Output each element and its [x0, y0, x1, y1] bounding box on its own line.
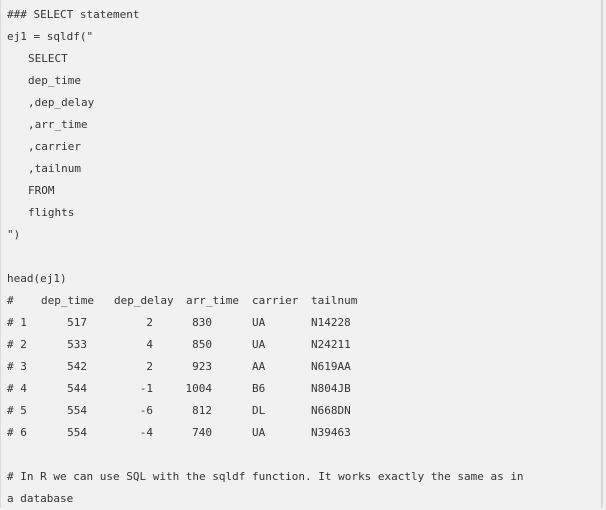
header-dep-time: dep_time	[41, 294, 94, 307]
cell-dep-delay: -4	[139, 426, 153, 439]
cell-carrier: UA	[252, 316, 266, 329]
head-call: head(ej1)	[7, 272, 67, 285]
cell-tailnum: N804JB	[311, 382, 351, 395]
cell-dep-time: 542	[67, 360, 87, 373]
header-carrier: carrier	[252, 294, 299, 307]
cell-dep-time: 517	[67, 316, 87, 329]
cell-tailnum: N668DN	[311, 404, 351, 417]
row-index: # 3	[7, 360, 27, 373]
header-arr-time: arr_time	[186, 294, 239, 307]
row-index: # 4	[7, 382, 27, 395]
cell-arr-time: 812	[192, 404, 212, 417]
comment-header: ### SELECT statement	[7, 8, 140, 21]
header-tailnum: tailnum	[311, 294, 358, 307]
header-row-prefix: #	[7, 294, 14, 307]
close-line: ")	[7, 228, 21, 241]
cell-carrier: DL	[252, 404, 266, 417]
cell-dep-delay: 2	[146, 360, 153, 373]
cell-dep-time: 554	[67, 404, 87, 417]
cell-carrier: UA	[252, 338, 266, 351]
cell-dep-delay: 2	[146, 316, 153, 329]
cell-tailnum: N24211	[311, 338, 351, 351]
cell-arr-time: 740	[192, 426, 212, 439]
cell-carrier: B6	[252, 382, 266, 395]
cell-arr-time: 850	[192, 338, 212, 351]
header-dep-delay: dep_delay	[114, 294, 174, 307]
assign-line: ej1 = sqldf("	[7, 30, 94, 43]
sql-line: ,tailnum	[28, 162, 81, 175]
row-index: # 1	[7, 316, 27, 329]
sql-line: ,carrier	[28, 140, 81, 153]
cell-tailnum: N39463	[311, 426, 351, 439]
sql-line: ,arr_time	[28, 118, 88, 131]
cell-arr-time: 830	[192, 316, 212, 329]
footer-comment-line1: # In R we can use SQL with the sqldf fun…	[7, 470, 524, 483]
cell-dep-delay: 4	[146, 338, 153, 351]
cell-dep-delay: -6	[139, 404, 153, 417]
row-index: # 5	[7, 404, 27, 417]
cell-dep-time: 554	[67, 426, 87, 439]
sql-line: flights	[28, 206, 75, 219]
sql-line: dep_time	[28, 74, 81, 87]
footer-comment-line2: a database	[7, 492, 74, 505]
cell-dep-time: 533	[67, 338, 87, 351]
code-block: ### SELECT statement ej1 = sqldf(" SELEC…	[0, 0, 603, 508]
sql-line: SELECT	[28, 52, 68, 65]
row-index: # 6	[7, 426, 27, 439]
cell-dep-time: 544	[67, 382, 87, 395]
cell-tailnum: N14228	[311, 316, 351, 329]
cell-carrier: UA	[252, 426, 266, 439]
cell-arr-time: 1004	[185, 382, 213, 395]
cell-tailnum: N619AA	[311, 360, 351, 373]
sql-line: ,dep_delay	[28, 96, 95, 109]
cell-dep-delay: -1	[139, 382, 153, 395]
cell-carrier: AA	[252, 360, 266, 373]
sql-line: FROM	[28, 184, 55, 197]
cell-arr-time: 923	[192, 360, 212, 373]
row-index: # 2	[7, 338, 27, 351]
